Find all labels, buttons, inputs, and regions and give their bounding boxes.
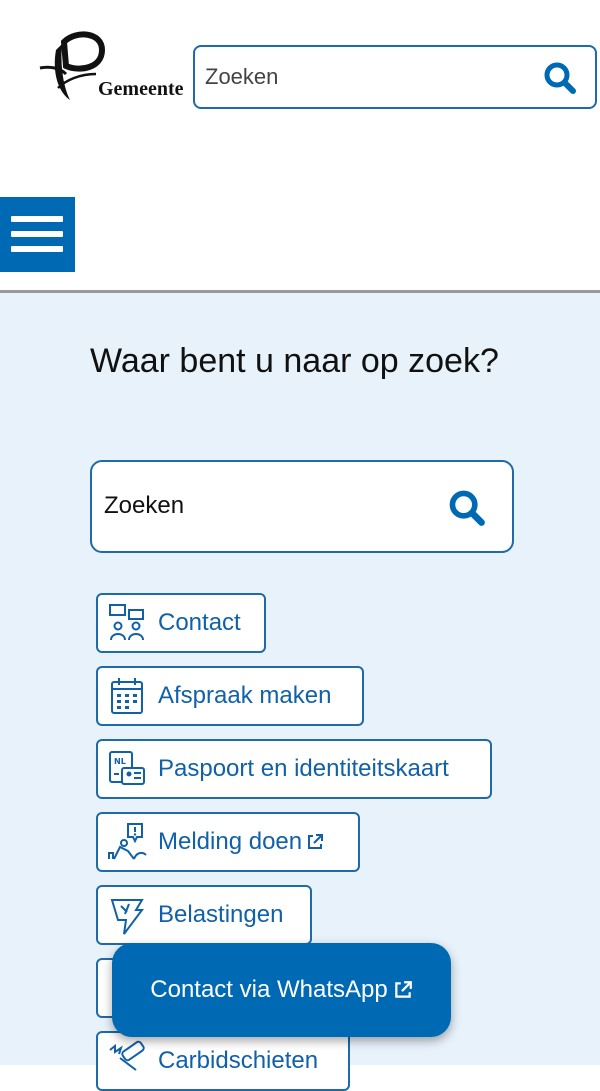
hamburger-bar: [11, 231, 63, 237]
hamburger-menu-icon: [11, 216, 63, 222]
link-contact[interactable]: Contact: [96, 593, 266, 653]
link-label: Melding doen: [158, 828, 303, 855]
whatsapp-button-label: Contact via WhatsApp: [150, 976, 388, 1003]
link-belastingen[interactable]: Belastingen: [96, 885, 312, 945]
search-icon[interactable]: [448, 489, 486, 532]
link-carbidschieten[interactable]: Carbidschieten: [96, 1031, 350, 1091]
link-afspraak-maken[interactable]: Afspraak maken: [96, 666, 364, 726]
municipality-logo[interactable]: Gemeente: [36, 28, 206, 108]
logo-text: Gemeente: [98, 78, 184, 100]
link-paspoort-identiteitskaart[interactable]: NL Paspoort en identiteitskaart: [96, 739, 492, 799]
link-label: Contact: [158, 609, 241, 636]
svg-text:NL: NL: [114, 757, 126, 766]
search-icon[interactable]: [543, 61, 577, 100]
page-title: Waar bent u naar op zoek?: [90, 342, 499, 380]
taxes-icon: [110, 899, 144, 935]
header-search-input[interactable]: [205, 57, 525, 97]
link-label: Belastingen: [158, 901, 284, 928]
link-melding-doen[interactable]: Melding doen: [96, 812, 360, 872]
menu-button[interactable]: [0, 197, 75, 272]
site-header: Gemeente: [0, 0, 600, 293]
external-link-icon: [394, 981, 412, 998]
whatsapp-contact-button[interactable]: Contact via WhatsApp: [112, 943, 451, 1037]
link-label: Carbidschieten: [158, 1047, 319, 1074]
calendar-icon: [111, 678, 143, 714]
link-label: Afspraak maken: [158, 682, 332, 709]
external-link-icon: [308, 834, 324, 849]
carbide-shooting-icon: [109, 1040, 145, 1071]
passport-id-icon: NL: [109, 751, 145, 785]
hamburger-bar: [11, 246, 63, 252]
main-search-box: [90, 460, 514, 553]
header-search-box: [193, 45, 597, 109]
main-search-input[interactable]: [104, 488, 424, 524]
report-icon: [108, 823, 147, 860]
link-label: Paspoort en identiteitskaart: [158, 755, 449, 782]
contact-icon: [109, 604, 144, 641]
